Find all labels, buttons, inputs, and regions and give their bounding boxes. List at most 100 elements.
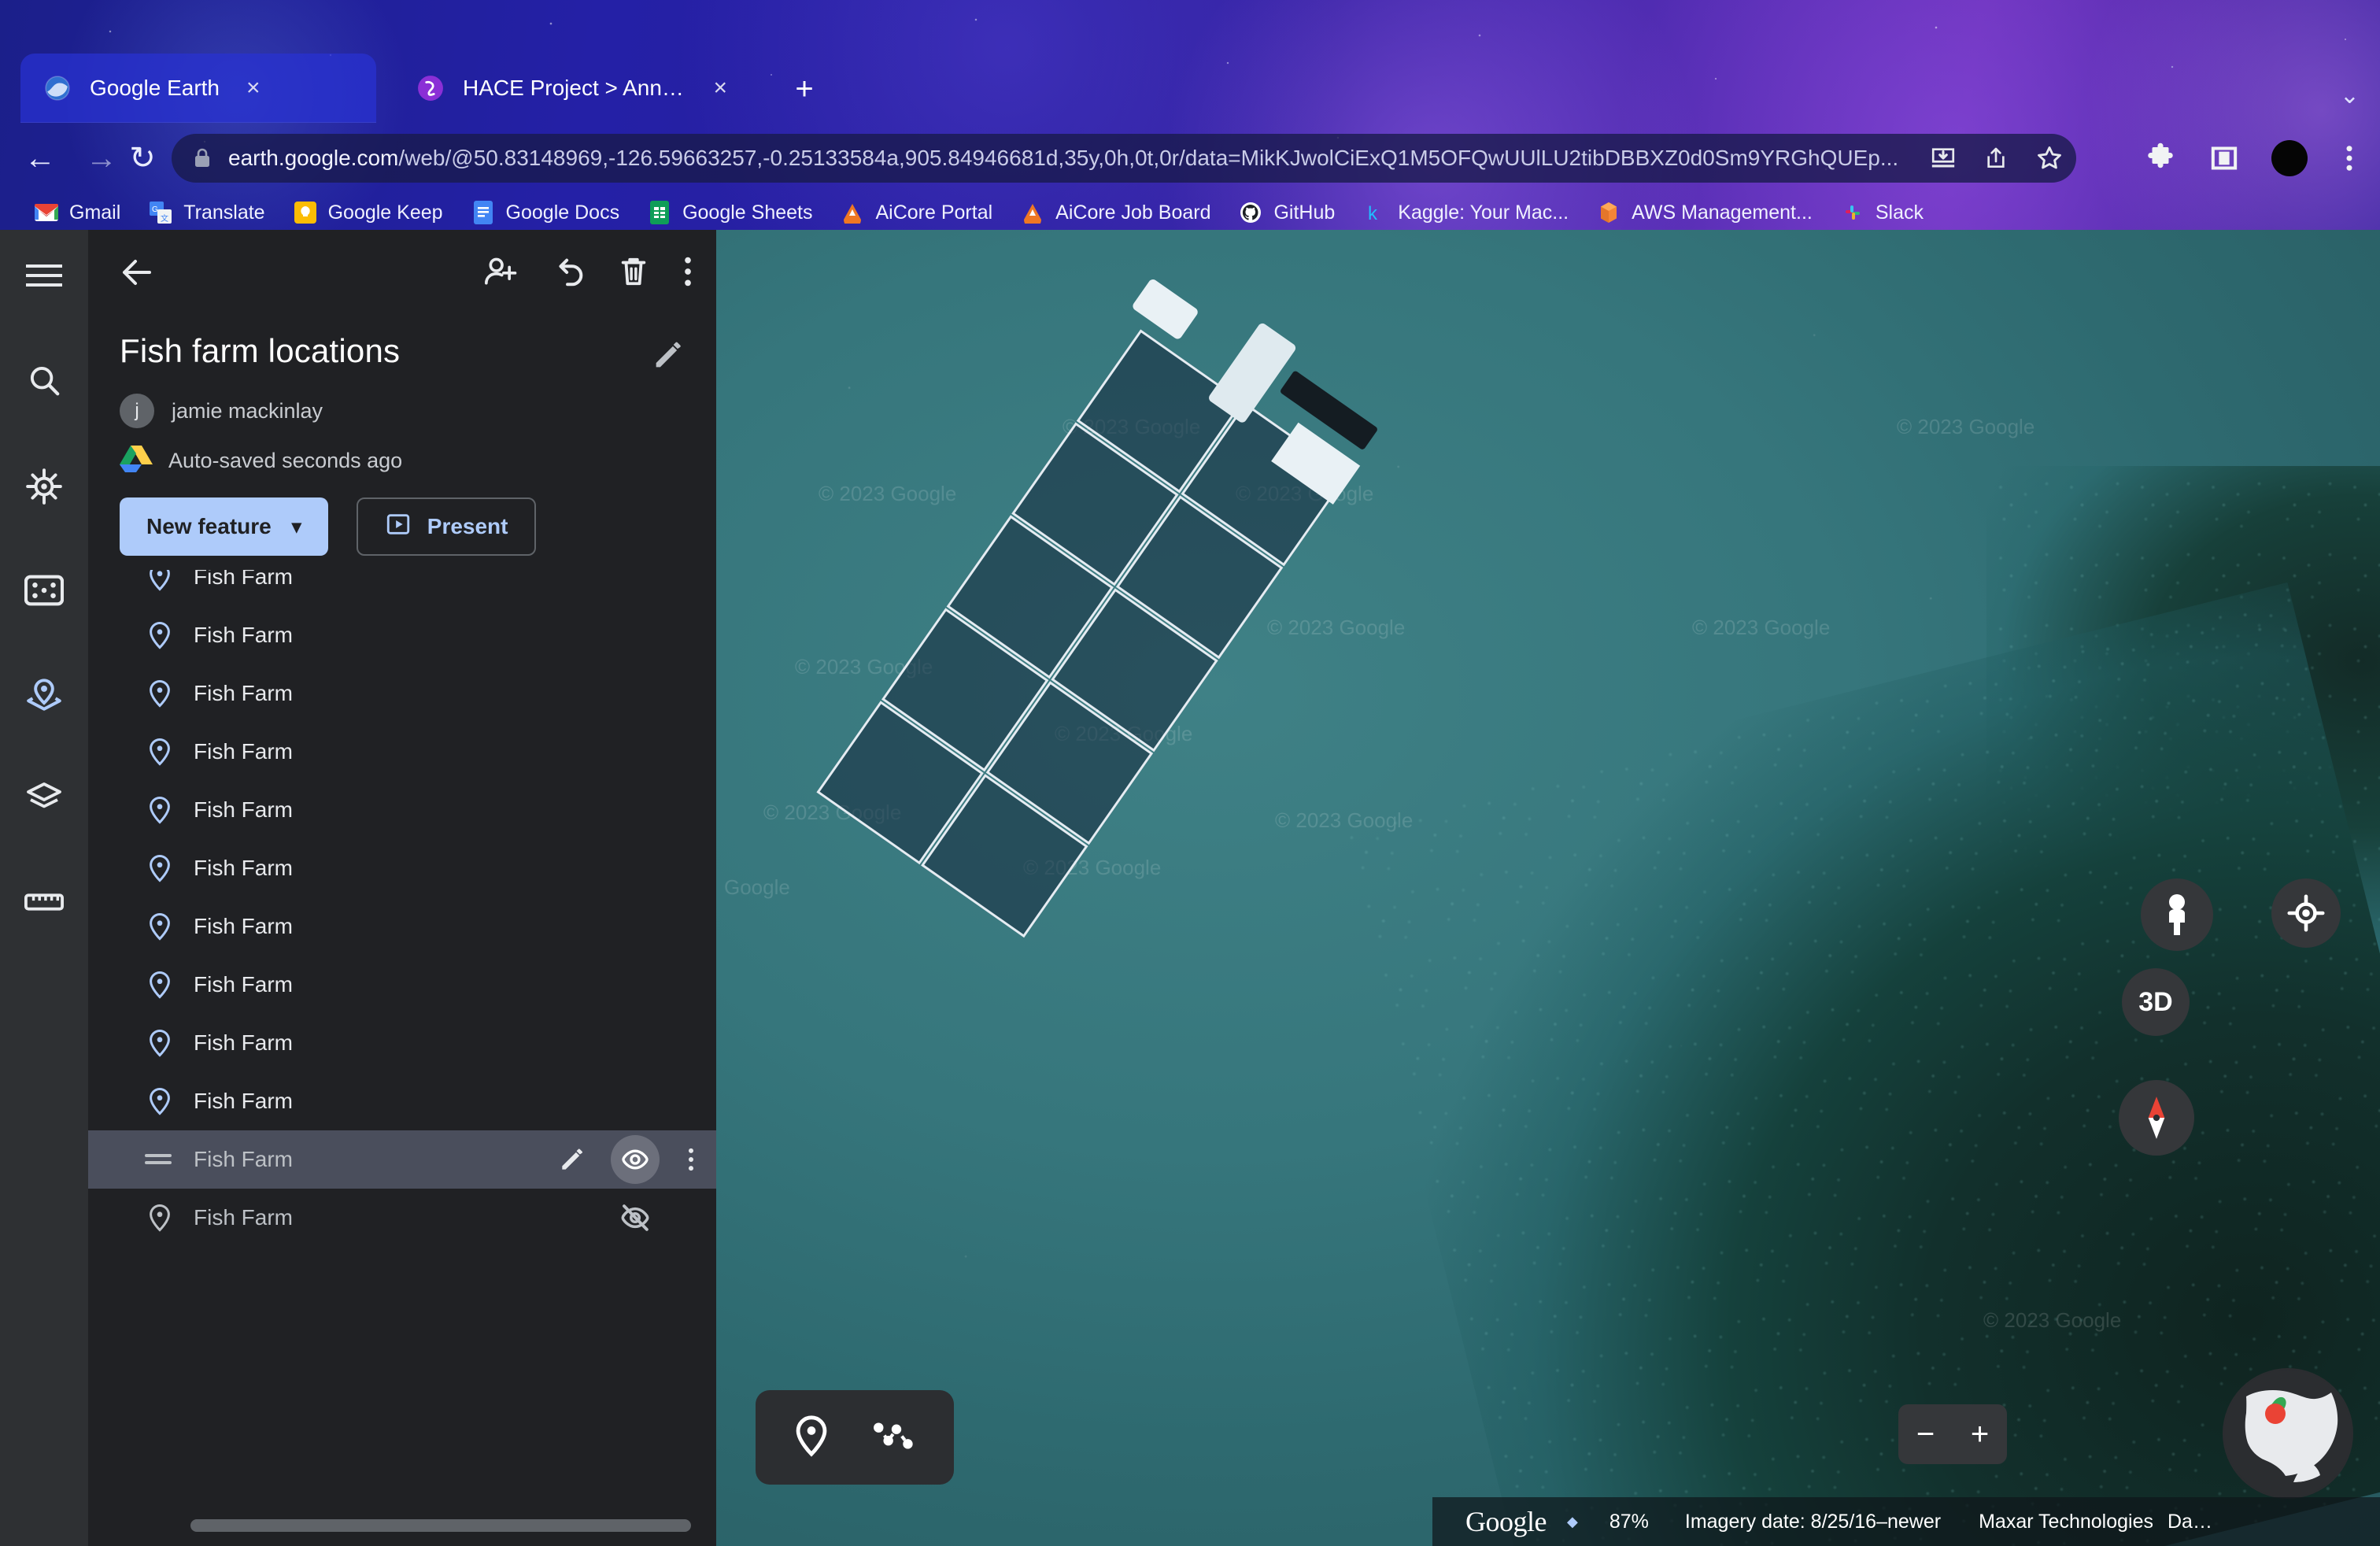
list-item-label: Fish Farm	[194, 1089, 293, 1113]
gmail-icon	[35, 201, 58, 224]
save-status-text: Auto-saved seconds ago	[168, 449, 403, 472]
toolbar-right-icons	[2144, 134, 2360, 183]
lock-icon	[195, 148, 209, 167]
tab-google-earth[interactable]: Google Earth ×	[20, 54, 376, 123]
bookmarks-bar: Gmail G文 Translate Google Keep Google Do…	[0, 195, 2380, 230]
tab-close-icon[interactable]: ×	[238, 73, 268, 103]
address-bar[interactable]: earth.google.com/web/@50.83148969,-126.5…	[172, 134, 2076, 183]
side-panel-icon[interactable]	[2208, 142, 2240, 174]
bookmark-translate[interactable]: G文 Translate	[135, 201, 279, 224]
list-item-label: Fish Farm	[194, 856, 293, 880]
list-item[interactable]: Fish Farm	[88, 839, 716, 897]
list-item[interactable]: Fish Farm	[88, 664, 716, 723]
placemark-pin-icon	[150, 679, 170, 708]
bookmark-google-docs[interactable]: Google Docs	[457, 201, 634, 224]
bookmark-aws-management[interactable]: AWS Management...	[1583, 201, 1827, 224]
add-path-icon[interactable]	[872, 1418, 921, 1458]
kaggle-icon: k	[1363, 201, 1387, 224]
list-item-label: Fish Farm	[194, 681, 293, 705]
keep-icon	[294, 201, 317, 224]
google-logo: Google	[1465, 1506, 1547, 1537]
list-item-label: Fish Farm	[194, 972, 293, 997]
feeling-lucky-dice-icon[interactable]	[17, 564, 71, 617]
list-item[interactable]: Fish Farm	[88, 1072, 716, 1130]
forward-button[interactable]: →	[79, 135, 124, 181]
layers-icon[interactable]	[17, 771, 71, 825]
voyager-icon[interactable]	[17, 460, 71, 513]
visibility-eye-icon[interactable]	[611, 1135, 660, 1184]
bookmark-aicore-job-board[interactable]: AiCore Job Board	[1007, 201, 1225, 224]
left-rail	[0, 230, 88, 1546]
add-placemark-icon[interactable]	[789, 1413, 834, 1463]
bookmark-aicore-portal[interactable]: AiCore Portal	[826, 201, 1007, 224]
project-owner: j jamie mackinlay	[120, 394, 323, 428]
chrome-menu-icon[interactable]	[2339, 142, 2360, 175]
back-button[interactable]: ←	[17, 135, 63, 181]
panel-header-actions	[483, 253, 696, 290]
bookmark-kaggle[interactable]: k Kaggle: Your Mac...	[1349, 201, 1583, 224]
zoom-percent: 87%	[1609, 1510, 1649, 1533]
more-vert-icon[interactable]	[680, 253, 696, 290]
map-canvas[interactable]: © 2023 Google © 2023 Google © 2023 Googl…	[716, 230, 2380, 1546]
bookmark-star-icon[interactable]	[2035, 144, 2064, 172]
projects-icon[interactable]	[17, 668, 71, 721]
window-minimize-icon[interactable]: ⌄	[2340, 82, 2360, 109]
list-item[interactable]: Fish Farm	[88, 723, 716, 781]
delete-trash-icon[interactable]	[617, 253, 650, 290]
my-location-icon[interactable]	[2271, 878, 2341, 948]
panel-horizontal-scrollbar[interactable]	[190, 1519, 691, 1532]
pencil-icon[interactable]	[557, 1145, 587, 1174]
tab-close-icon[interactable]: ×	[705, 73, 735, 103]
reload-button[interactable]: ↻	[120, 135, 165, 181]
bookmark-github[interactable]: GitHub	[1225, 201, 1349, 224]
tab-label: Google Earth	[90, 76, 220, 100]
list-item[interactable]: Fish Farm	[88, 956, 716, 1014]
undo-icon[interactable]	[551, 253, 587, 290]
drag-handle-icon[interactable]	[145, 1145, 175, 1174]
panel-back-button[interactable]	[118, 253, 156, 295]
zoom-in-button[interactable]: +	[1971, 1417, 1989, 1452]
list-item-label: Fish Farm	[194, 1147, 293, 1171]
visibility-off-icon[interactable]	[619, 1201, 652, 1234]
tab-hace-project[interactable]: HACE Project > Annotate ×	[394, 54, 749, 123]
bookmark-gmail[interactable]: Gmail	[20, 201, 135, 224]
list-item[interactable]: Fish Farm	[88, 781, 716, 839]
more-vert-icon[interactable]	[683, 1145, 699, 1174]
present-button[interactable]: Present	[356, 497, 537, 556]
panel-actions: New feature ▾ Present	[120, 497, 537, 556]
extensions-puzzle-icon[interactable]	[2144, 142, 2177, 175]
bookmark-label: Google Sheets	[682, 201, 813, 224]
bookmark-slack[interactable]: Slack	[1827, 201, 1938, 224]
imagery-provider: Maxar Technologies	[1979, 1510, 2153, 1533]
chevron-down-icon: ▾	[291, 516, 301, 538]
bookmark-label: Gmail	[69, 201, 121, 224]
bookmark-label: Slack	[1875, 201, 1924, 224]
share-icon[interactable]	[1983, 145, 2009, 172]
list-item-hidden[interactable]: Fish Farm	[88, 1189, 716, 1247]
search-icon[interactable]	[17, 354, 71, 408]
pegman-icon[interactable]	[2141, 878, 2213, 951]
new-feature-button[interactable]: New feature ▾	[120, 497, 328, 556]
measure-ruler-icon[interactable]	[17, 875, 71, 929]
browser-toolbar: ← → ↻ earth.google.com/web/@50.83148969,…	[0, 124, 2380, 192]
list-item-selected[interactable]: Fish Farm	[88, 1130, 716, 1189]
omnibox-icons	[1911, 144, 2064, 172]
list-item[interactable]: Fish Farm	[88, 897, 716, 956]
edit-title-pencil-icon[interactable]	[650, 337, 686, 377]
menu-icon[interactable]	[17, 249, 71, 302]
new-tab-button[interactable]: +	[787, 72, 822, 107]
list-item[interactable]: Fish Farm	[88, 1014, 716, 1072]
zoom-out-button[interactable]: −	[1916, 1417, 1935, 1452]
install-icon[interactable]	[1930, 145, 1957, 172]
bookmark-google-keep[interactable]: Google Keep	[279, 201, 457, 224]
bookmark-label: Google Docs	[505, 201, 620, 224]
compass-icon[interactable]	[2119, 1080, 2194, 1156]
bookmark-google-sheets[interactable]: Google Sheets	[634, 201, 826, 224]
globe-inset[interactable]	[2223, 1368, 2353, 1499]
share-person-add-icon[interactable]	[483, 254, 521, 289]
profile-avatar[interactable]	[2271, 140, 2308, 176]
list-item[interactable]: Fish Farm	[88, 606, 716, 664]
hace-icon	[418, 76, 443, 101]
page-title: Fish farm locations	[120, 332, 401, 369]
toggle-3d-button[interactable]: 3D	[2122, 968, 2190, 1036]
